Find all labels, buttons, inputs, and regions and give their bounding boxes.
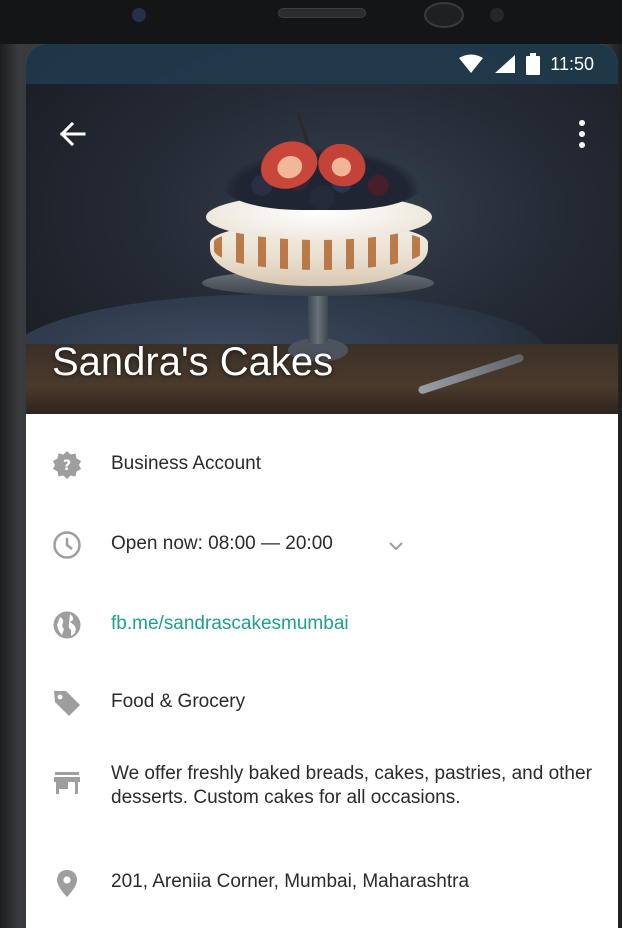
website-link[interactable]: fb.me/sandrascakesmumbai xyxy=(111,612,598,636)
status-time: 11:50 xyxy=(550,53,594,74)
account-type-label: Business Account xyxy=(111,453,261,474)
cake-stand-stem xyxy=(308,292,328,344)
category-text: Food & Grocery xyxy=(111,691,246,712)
globe-icon xyxy=(52,610,82,640)
back-button[interactable] xyxy=(54,116,90,152)
chevron-down-icon[interactable] xyxy=(388,538,404,554)
description-text: We offer freshly baked breads, cakes, pa… xyxy=(111,763,592,808)
status-icons: 11:50 xyxy=(458,53,594,75)
svg-text:?: ? xyxy=(63,458,71,474)
status-bar: 11:50 xyxy=(26,44,618,84)
more-options-button[interactable] xyxy=(570,116,594,152)
front-camera xyxy=(424,2,464,28)
earpiece-speaker xyxy=(278,8,366,18)
phone-frame: 11:50 Sandra's Cakes ? Business Account … xyxy=(0,0,622,928)
clock-icon xyxy=(52,530,82,560)
verified-badge-icon: ? xyxy=(52,450,82,480)
phone-screen: 11:50 Sandra's Cakes ? Business Account … xyxy=(26,44,618,928)
hours-text: Open now: 08:00 — 20:00 xyxy=(111,533,333,554)
tag-icon xyxy=(52,688,82,718)
wifi-icon xyxy=(459,54,484,73)
phone-top-bezel xyxy=(0,0,622,44)
more-vert-icon xyxy=(579,120,585,148)
battery-icon xyxy=(526,53,541,75)
business-name: Sandra's Cakes xyxy=(52,340,334,384)
address-text: 201, Areniia Corner, Mumbai, Maharashtra xyxy=(111,871,470,892)
proximity-sensor xyxy=(132,8,146,22)
signal-icon xyxy=(495,55,516,73)
location-pin-icon xyxy=(52,868,82,898)
light-sensor xyxy=(490,8,504,22)
profile-header: 11:50 Sandra's Cakes xyxy=(26,44,618,414)
arrow-back-icon xyxy=(59,121,86,147)
store-icon xyxy=(52,768,82,798)
